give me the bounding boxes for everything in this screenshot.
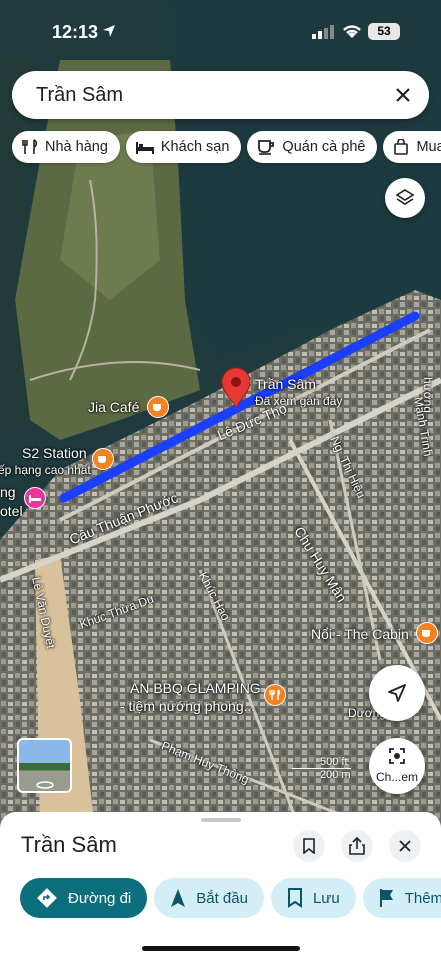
directions-button[interactable]: Đường đi: [20, 878, 148, 918]
scale-bottom: 200 m: [320, 769, 351, 781]
chip-cafes[interactable]: Quán cà phê: [247, 131, 378, 163]
lens-label: Ch...em: [375, 770, 418, 784]
restaurant-poi-icon[interactable]: [264, 684, 286, 706]
navigation-arrow-icon: [388, 684, 406, 702]
chip-label: Mua: [416, 139, 441, 155]
bed-icon: [135, 142, 154, 154]
search-bar[interactable]: Trần Sâm: [12, 71, 429, 119]
share-button[interactable]: [341, 830, 373, 862]
share-icon: [349, 837, 365, 855]
status-time: 12:13: [52, 22, 99, 42]
close-icon: [399, 840, 411, 852]
coffee-poi-icon[interactable]: [416, 622, 438, 644]
lens-button[interactable]: Ch...em: [369, 738, 425, 794]
layers-icon: [395, 189, 415, 205]
place-jia-cafe[interactable]: Jia Café: [88, 399, 139, 415]
home-indicator[interactable]: [142, 946, 300, 951]
status-bar: 12:13 53: [0, 0, 441, 62]
search-input[interactable]: Trần Sâm: [36, 84, 123, 107]
my-location-button[interactable]: [369, 665, 425, 721]
street-view-thumbnail[interactable]: [17, 738, 72, 793]
camera-lens-icon: [389, 748, 405, 764]
pin-title[interactable]: Trần Sâm: [255, 376, 316, 392]
battery-icon: 53: [368, 23, 400, 40]
cellular-signal-icon: [312, 25, 334, 39]
start-label: Bắt đầu: [196, 889, 248, 907]
close-icon[interactable]: [391, 83, 415, 107]
chip-restaurants[interactable]: Nhà hàng: [12, 131, 120, 163]
wifi-icon: [343, 25, 361, 38]
coffee-poi-icon[interactable]: [92, 448, 114, 470]
chip-label: Quán cà phê: [282, 139, 366, 155]
rotate-360-icon: [36, 781, 54, 789]
place-bottom-sheet[interactable]: Trần Sâm Đường đi Bắt đầu Lưu Thêm: [0, 812, 441, 960]
coffee-poi-icon[interactable]: [147, 396, 169, 418]
chip-label: Khách sạn: [160, 139, 230, 155]
sheet-grab-handle[interactable]: [201, 818, 241, 822]
place-an-bbq-line1[interactable]: AN BBQ GLAMPING: [130, 680, 261, 696]
save-label: Lưu: [312, 889, 340, 907]
location-arrow-icon: [103, 25, 115, 37]
directions-icon: [37, 888, 57, 908]
shopping-bag-icon: [394, 139, 409, 155]
save-button[interactable]: [293, 830, 325, 862]
place-hotel-line2[interactable]: otel: [0, 503, 23, 519]
more-label: Thêm: [404, 889, 441, 907]
category-chips: Nhà hàng Khách sạn Quán cà phê Mua: [12, 131, 441, 163]
chip-label: Nhà hàng: [45, 139, 108, 155]
scale-top: 500 ft: [292, 756, 351, 769]
navigation-arrow-icon: [171, 889, 186, 907]
place-title: Trần Sâm: [21, 832, 117, 857]
bookmark-icon: [303, 838, 315, 854]
start-button[interactable]: Bắt đầu: [154, 878, 264, 918]
directions-label: Đường đi: [68, 889, 132, 907]
close-sheet-button[interactable]: [389, 830, 421, 862]
save-action-button[interactable]: Lưu: [270, 878, 356, 918]
place-an-bbq-line2[interactable]: - tiệm nướng phong...: [120, 698, 255, 714]
map-scale: 500 ft 200 m: [292, 756, 351, 781]
coffee-cup-icon: [258, 140, 275, 155]
bookmark-icon: [287, 888, 302, 908]
fork-knife-icon: [22, 139, 38, 154]
hotel-poi-icon[interactable]: [24, 487, 46, 509]
place-hotel-line1[interactable]: ng: [0, 484, 16, 500]
action-buttons: Đường đi Bắt đầu Lưu Thêm: [20, 878, 441, 918]
layers-button[interactable]: [385, 178, 425, 218]
chip-hotels[interactable]: Khách sạn: [125, 131, 242, 163]
chip-shopping[interactable]: Mua: [383, 131, 441, 163]
flag-icon: [379, 889, 393, 907]
place-s2-caption: ếp hạng cao nhất: [0, 463, 91, 477]
place-s2-station[interactable]: S2 Station: [22, 445, 87, 461]
more-button[interactable]: Thêm: [362, 878, 441, 918]
place-noi-the-cabin[interactable]: Nổi - The Cabin: [311, 626, 409, 642]
